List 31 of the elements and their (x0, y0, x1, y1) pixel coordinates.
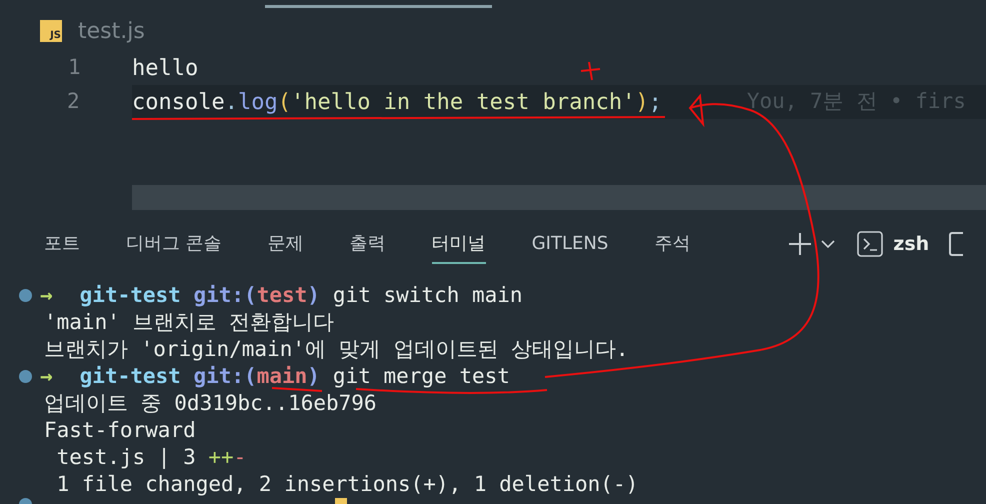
code-line: hello (132, 54, 198, 82)
prompt-text: git-test git:(test) (80, 282, 320, 309)
terminal-output: 1 file changed, 2 insertions(+), 1 deletion(-) (56, 470, 638, 498)
panel-tab[interactable]: GITLENS (532, 224, 608, 264)
split-icon[interactable] (949, 232, 964, 256)
js-file-icon: JS (40, 20, 62, 42)
prompt-arrow: → (40, 282, 53, 309)
panel-tab[interactable]: 문제 (268, 224, 304, 264)
command-text: git merge test (332, 362, 510, 390)
panel-tab[interactable]: 출력 (350, 224, 386, 264)
terminal-name: zsh (893, 232, 930, 257)
terminal-output: 'main' 브랜치로 전환합니다 (44, 308, 334, 336)
terminal-output: 브랜치가 'origin/main'에 맞게 업데이트된 상태입니다. (44, 336, 629, 363)
add-icon[interactable] (788, 232, 812, 256)
file-name: test.js (78, 18, 145, 46)
terminal-output: Fast-forward (44, 416, 196, 444)
line-number: 1 (68, 54, 82, 82)
panel-tab[interactable]: 터미널 (432, 224, 486, 264)
horizontal-scrollbar[interactable] (132, 185, 986, 210)
diffstat-text: test.js | 3 ++- (56, 444, 246, 471)
chevron-down-icon[interactable] (821, 240, 836, 248)
panel-tab[interactable]: 주석 (654, 224, 690, 264)
code-line: console.log('hello in the test branch'); (132, 88, 662, 116)
panel-tab[interactable]: 디버그 콘솔 (126, 224, 222, 264)
command-text: git switch main (332, 282, 523, 309)
terminal-icon[interactable] (857, 231, 884, 257)
terminal-output: 업데이트 중 0d319bc..16eb796 (44, 390, 377, 417)
panel-tab[interactable]: 포트 (44, 224, 80, 264)
prompt-text: git-test git:(main) (80, 362, 320, 390)
prompt-arrow: → (40, 362, 53, 390)
line-number: 2 (67, 88, 81, 116)
